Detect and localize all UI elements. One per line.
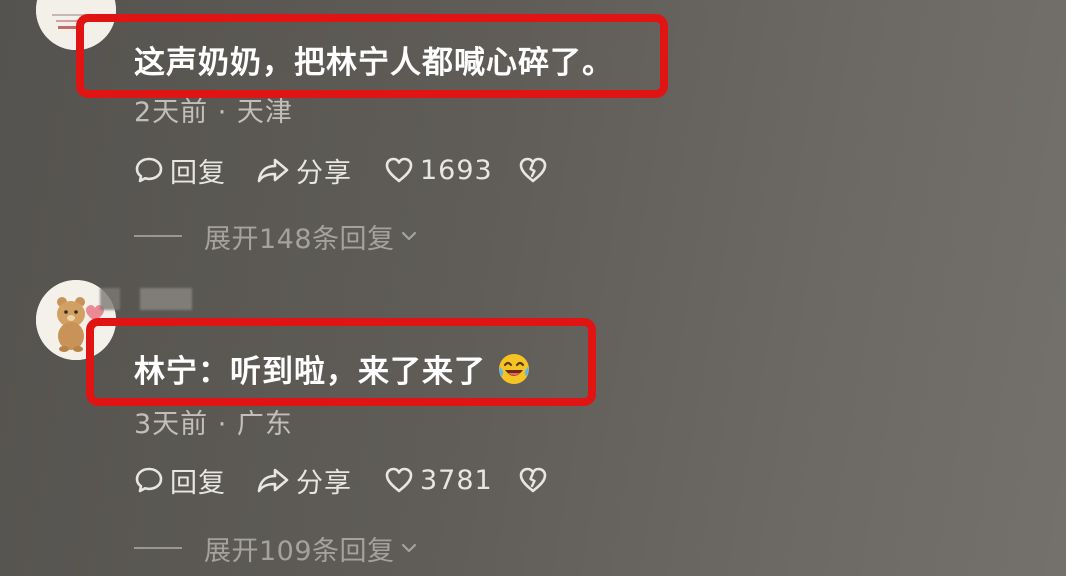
divider-line bbox=[134, 547, 182, 549]
heart-icon bbox=[385, 467, 413, 493]
comment-text: 林宁：听到啦，来了来了 bbox=[134, 346, 532, 391]
like-count: 3781 bbox=[420, 464, 493, 496]
share-button[interactable]: 分享 bbox=[256, 460, 352, 500]
broken-heart-icon bbox=[519, 467, 547, 493]
expand-replies-label: 展开109条回复 bbox=[204, 535, 395, 567]
comment-2: 林宁：听到啦，来了来了 3天前 · 广东 回复 分享 3781 展开109条回复 bbox=[0, 0, 1066, 576]
share-label: 分享 bbox=[296, 467, 352, 499]
share-icon bbox=[257, 468, 289, 493]
reply-label: 回复 bbox=[170, 467, 226, 499]
reply-icon bbox=[135, 467, 163, 493]
dislike-button[interactable] bbox=[518, 460, 548, 500]
expand-replies-button[interactable]: 展开109条回复 bbox=[134, 528, 419, 568]
chevron-down-icon bbox=[401, 543, 416, 553]
like-button[interactable]: 3781 bbox=[384, 460, 493, 500]
comment-text-content: 林宁：听到啦，来了来了 bbox=[134, 354, 486, 390]
reply-button[interactable]: 回复 bbox=[134, 460, 226, 500]
comment-meta: 3天前 · 广东 bbox=[134, 409, 293, 440]
laughing-emoji-icon bbox=[499, 353, 529, 384]
action-bar: 回复 分享 3781 bbox=[134, 460, 574, 500]
username[interactable] bbox=[100, 288, 192, 310]
